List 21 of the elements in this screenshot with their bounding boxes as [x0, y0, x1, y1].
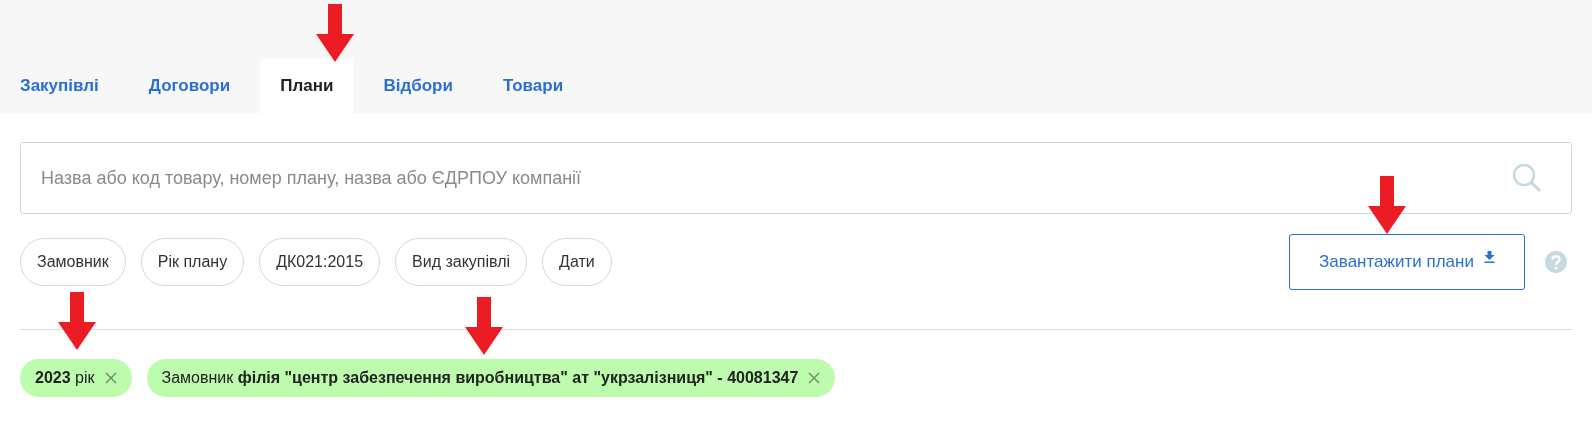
- annotation-arrow: [58, 292, 96, 350]
- tab[interactable]: Товари: [482, 59, 584, 113]
- search-field[interactable]: Назва або код товару, номер плану, назва або ЄДРПОУ компанії: [20, 142, 1572, 214]
- chip-label: Замовник філія "центр забезпечення виробництва" ат "укрзалізниця" - 40081347: [161, 368, 799, 388]
- download-button[interactable]: Завантажити плани: [1289, 234, 1525, 290]
- tab[interactable]: Відбори: [363, 59, 473, 113]
- filter-button[interactable]: Дати: [542, 238, 612, 286]
- annotation-arrow: [316, 4, 354, 62]
- annotation-arrow: [1368, 176, 1406, 234]
- filter-button[interactable]: Вид закупівлі: [395, 238, 528, 286]
- download-icon: [1483, 251, 1495, 263]
- close-icon[interactable]: [808, 372, 821, 384]
- annotation-arrow: [465, 297, 503, 355]
- close-icon[interactable]: [104, 372, 117, 384]
- chip-label: 2023 рік: [35, 368, 95, 388]
- filter-button[interactable]: Рік плану: [140, 238, 245, 286]
- filter-button[interactable]: Замовник: [20, 238, 126, 286]
- tab[interactable]: Закупівлі: [0, 59, 119, 113]
- filter-button[interactable]: ДК021:2015: [259, 238, 381, 286]
- tab[interactable]: Плани: [260, 59, 354, 113]
- tab[interactable]: Договори: [128, 59, 251, 113]
